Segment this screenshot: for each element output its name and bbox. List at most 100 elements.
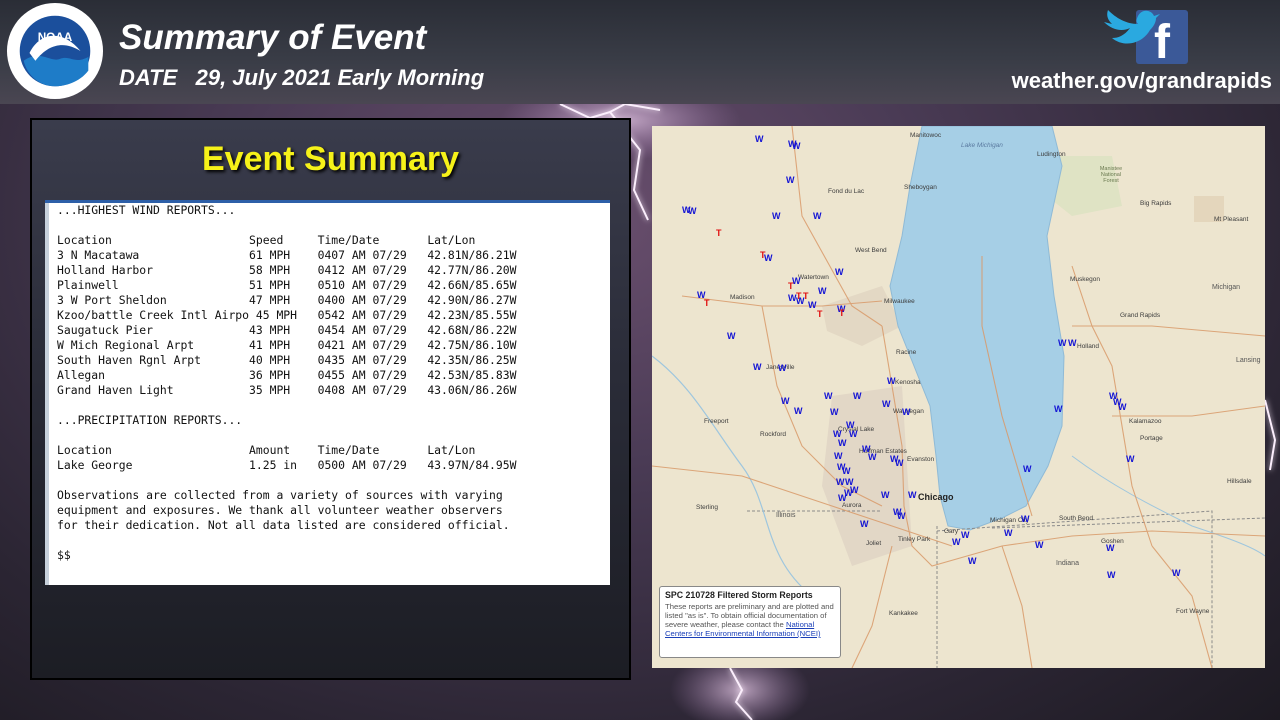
wind-report-marker[interactable]: W xyxy=(1035,541,1044,550)
wind-report-marker[interactable]: W xyxy=(1068,339,1077,348)
wind-report-marker[interactable]: W xyxy=(1058,339,1067,348)
site-url-link[interactable]: weather.gov/grandrapids xyxy=(1012,68,1272,94)
map-label: Michigan xyxy=(1212,284,1241,291)
map-label: Holland xyxy=(1077,343,1100,350)
page-title: Summary of Event xyxy=(119,18,427,57)
map-label: Milwaukee xyxy=(884,298,915,305)
wind-report-marker[interactable]: W xyxy=(860,520,869,529)
wind-report-marker[interactable]: W xyxy=(853,392,862,401)
storm-report-map[interactable]: Manitowoc Ludington Fond du Lac Sheboyga… xyxy=(652,126,1265,668)
map-label: Kankakee xyxy=(889,610,918,617)
map-label: Portage xyxy=(1140,435,1163,442)
map-label: Illinois xyxy=(776,512,796,519)
map-label: Lansing xyxy=(1236,357,1261,364)
wind-report-marker[interactable]: W xyxy=(897,512,906,521)
wind-report-marker[interactable]: W xyxy=(1118,403,1127,412)
wind-report-marker[interactable]: W xyxy=(1107,571,1116,580)
wind-report-marker[interactable]: W xyxy=(1106,544,1115,553)
report-text-box: ...HIGHEST WIND REPORTS... Location Spee… xyxy=(45,200,610,585)
wind-report-marker[interactable]: W xyxy=(968,557,977,566)
wind-report-marker[interactable]: W xyxy=(868,453,877,462)
wind-report-marker[interactable]: W xyxy=(902,408,911,417)
map-label: Tinley Park xyxy=(898,536,931,543)
wind-report-marker[interactable]: W xyxy=(882,400,891,409)
map-label: Ludington xyxy=(1037,151,1066,158)
wind-report-marker[interactable]: W xyxy=(830,408,839,417)
map-label: Joliet xyxy=(866,540,882,547)
wind-report-marker[interactable]: W xyxy=(836,478,845,487)
legend-title: SPC 210728 Filtered Storm Reports xyxy=(665,590,813,600)
map-label: Fond du Lac xyxy=(828,188,865,195)
wind-report-marker[interactable]: W xyxy=(808,301,817,310)
noaa-logo[interactable]: NOAA xyxy=(6,2,104,100)
tornado-report-marker[interactable]: T xyxy=(839,309,845,318)
wind-report-marker[interactable]: W xyxy=(1004,529,1013,538)
logo-center-text: NOAA xyxy=(38,31,73,44)
event-date: DATE 29, July 2021 Early Morning xyxy=(119,65,485,90)
map-label: Hillsdale xyxy=(1227,478,1252,485)
map-label: Madison xyxy=(730,294,755,301)
map-label: Watertown xyxy=(798,274,829,281)
wind-report-marker[interactable]: W xyxy=(842,467,851,476)
tornado-report-marker[interactable]: T xyxy=(817,310,823,319)
map-label: Indiana xyxy=(1056,560,1079,567)
header-bar: NOAA Summary of Event DATE 29, July 2021… xyxy=(0,0,1280,104)
wind-report-marker[interactable]: W xyxy=(834,452,843,461)
legend-body: These reports are preliminary and are pl… xyxy=(665,602,835,638)
wind-report-marker[interactable]: W xyxy=(1126,455,1135,464)
wind-report-marker[interactable]: W xyxy=(1054,405,1063,414)
map-label: Chicago xyxy=(918,492,954,502)
wind-report-marker[interactable]: W xyxy=(786,176,795,185)
panel-heading: Event Summary xyxy=(202,140,459,178)
wind-report-marker[interactable]: W xyxy=(813,212,822,221)
map-label: South Bend xyxy=(1059,515,1093,522)
wind-report-marker[interactable]: W xyxy=(818,287,827,296)
wind-report-marker[interactable]: W xyxy=(688,207,697,216)
map-label: Grand Rapids xyxy=(1120,312,1161,319)
map-label: Big Rapids xyxy=(1140,200,1172,207)
map-label: Sterling xyxy=(696,504,719,511)
tornado-report-marker[interactable]: T xyxy=(716,229,722,238)
wind-report-marker[interactable]: W xyxy=(895,459,904,468)
wind-report-marker[interactable]: W xyxy=(753,363,762,372)
map-label: Muskegon xyxy=(1070,276,1100,283)
map-legend: SPC 210728 Filtered Storm Reports These … xyxy=(659,586,841,658)
wind-report-marker[interactable]: W xyxy=(781,397,790,406)
wind-report-marker[interactable]: W xyxy=(838,439,847,448)
wind-report-marker[interactable]: W xyxy=(849,430,858,439)
map-label: West Bend xyxy=(855,247,887,254)
wind-report-marker[interactable]: W xyxy=(794,407,803,416)
wind-report-marker[interactable]: W xyxy=(908,491,917,500)
map-label: Gary xyxy=(944,528,959,535)
map-label: Fort Wayne xyxy=(1176,608,1210,615)
wind-report-marker[interactable]: W xyxy=(727,332,736,341)
svg-text:f: f xyxy=(1154,16,1171,68)
wind-report-marker[interactable]: W xyxy=(835,268,844,277)
map-label: Racine xyxy=(896,349,917,356)
map-label: Rockford xyxy=(760,431,787,438)
wind-report-marker[interactable]: W xyxy=(796,297,805,306)
wind-report-marker[interactable]: W xyxy=(887,377,896,386)
social-media-icons: f xyxy=(1104,10,1188,68)
wind-report-marker[interactable]: W xyxy=(961,531,970,540)
wind-report-marker[interactable]: W xyxy=(838,494,847,503)
wind-report-marker[interactable]: W xyxy=(824,392,833,401)
wind-report-marker[interactable]: W xyxy=(778,364,787,373)
wind-report-marker[interactable]: W xyxy=(1172,569,1181,578)
lake-label: Lake Michigan xyxy=(961,142,1003,149)
wind-report-marker[interactable]: W xyxy=(772,212,781,221)
wind-report-marker[interactable]: W xyxy=(952,538,961,547)
tornado-report-marker[interactable]: T xyxy=(704,299,710,308)
map-label: Kenosha xyxy=(895,379,921,386)
wind-report-marker[interactable]: W xyxy=(792,142,801,151)
wind-report-marker[interactable]: W xyxy=(764,254,773,263)
wind-report-marker[interactable]: W xyxy=(1021,515,1030,524)
wind-report-marker[interactable]: W xyxy=(881,491,890,500)
tornado-report-marker[interactable]: T xyxy=(788,282,794,291)
map-label: Freeport xyxy=(704,418,729,425)
map-label: Mt Pleasant xyxy=(1214,216,1249,223)
wind-report-marker[interactable]: W xyxy=(1023,465,1032,474)
wind-report-marker[interactable]: W xyxy=(755,135,764,144)
storm-report-text: ...HIGHEST WIND REPORTS... Location Spee… xyxy=(57,203,517,562)
map-label: Kalamazoo xyxy=(1129,418,1162,425)
